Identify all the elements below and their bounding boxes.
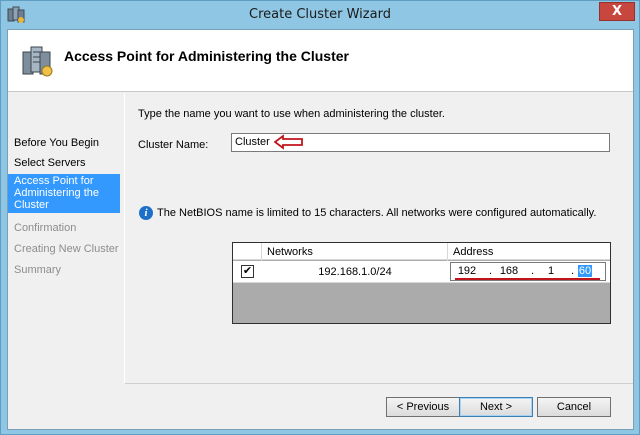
step-before-you-begin[interactable]: Before You Begin: [8, 137, 120, 149]
button-bar-divider: [125, 383, 633, 384]
left-arrow-annotation-icon: [274, 134, 303, 150]
red-underline-annotation: [455, 278, 600, 280]
table-row: ✔ 192.168.1.0/24 192 . 168 . 1 . 60: [233, 261, 610, 283]
ip-dot: .: [489, 265, 493, 277]
instructions-text: Type the name you want to use when admin…: [138, 108, 445, 120]
ip-octet-3[interactable]: 1: [539, 265, 563, 277]
network-cell: 192.168.1.0/24: [318, 266, 392, 278]
cluster-name-label: Cluster Name:: [138, 139, 209, 151]
ip-dot: .: [531, 265, 535, 277]
info-icon: i: [139, 206, 153, 220]
info-message: The NetBIOS name is limited to 15 charac…: [157, 207, 597, 219]
step-creating-new-cluster: Creating New Cluster: [14, 243, 119, 255]
cancel-button[interactable]: Cancel: [537, 397, 611, 417]
close-button[interactable]: X: [599, 2, 635, 21]
ip-dot: .: [571, 265, 575, 277]
step-access-point[interactable]: Access Point for Administering the Clust…: [8, 174, 120, 213]
step-confirmation: Confirmation: [14, 222, 77, 234]
wizard-steps-sidebar: Before You Begin Select Servers Access P…: [8, 93, 124, 429]
column-header-address[interactable]: Address: [453, 246, 493, 258]
title-bar[interactable]: Create Cluster Wizard X: [1, 1, 639, 29]
cluster-servers-icon: [22, 46, 53, 77]
window-title: Create Cluster Wizard: [249, 7, 391, 22]
next-button[interactable]: Next >: [459, 397, 533, 417]
ip-octet-1[interactable]: 192: [455, 265, 479, 277]
wizard-client-area: Access Point for Administering the Clust…: [7, 29, 634, 430]
previous-button[interactable]: < Previous: [386, 397, 460, 417]
wizard-content: Type the name you want to use when admin…: [125, 93, 633, 383]
wizard-header: Access Point for Administering the Clust…: [8, 30, 633, 92]
ip-octet-2[interactable]: 168: [497, 265, 521, 277]
step-select-servers[interactable]: Select Servers: [8, 157, 120, 169]
ip-octet-4[interactable]: 60: [578, 265, 592, 277]
page-title: Access Point for Administering the Clust…: [64, 48, 349, 64]
network-checkbox[interactable]: ✔: [241, 265, 254, 278]
wizard-window: Create Cluster Wizard X Access Point for…: [0, 0, 640, 435]
step-summary: Summary: [14, 264, 62, 276]
column-header-networks[interactable]: Networks: [267, 246, 313, 258]
grid-header-row: Networks Address: [233, 243, 610, 260]
networks-grid: Networks Address ✔ 192.168.1.0/24 192 . …: [232, 242, 611, 324]
